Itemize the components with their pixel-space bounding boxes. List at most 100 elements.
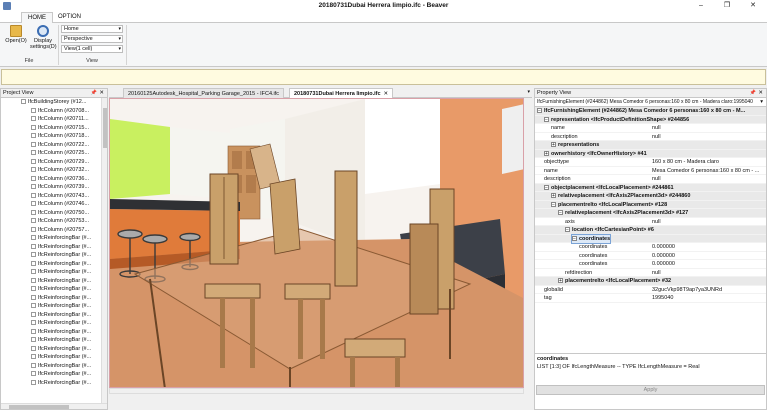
tree-item[interactable]: IfcColumn (#20746... xyxy=(1,200,107,209)
description-text: LIST [1:3] OF IfcLengthMeasure -- TYPE I… xyxy=(537,364,700,370)
property-row[interactable]: − location <IfcCartesianPoint> #6 xyxy=(535,226,766,235)
property-row[interactable]: globalid 32gucVkp98T9ap7ya3UNRd xyxy=(535,286,766,294)
property-row[interactable]: − objectplacement <IfcLocalPlacement> #24… xyxy=(535,183,766,192)
3d-scene[interactable] xyxy=(110,99,524,388)
property-row[interactable]: − IfcFurnishingElement (#244862) Mesa Com… xyxy=(535,107,766,116)
tree-item[interactable]: IfcReinforcingBar (#... xyxy=(1,328,107,337)
tree-item[interactable]: IfcColumn (#20753... xyxy=(1,217,107,226)
tree-item[interactable]: IfcColumn (#20711... xyxy=(1,115,107,124)
expand-icon[interactable]: + xyxy=(551,142,556,148)
display-settings-button[interactable]: Display settings(D) xyxy=(30,25,57,55)
tree-item[interactable]: IfcColumn (#20743... xyxy=(1,192,107,201)
collapse-icon[interactable]: − xyxy=(544,184,549,190)
property-row[interactable]: coordinates 0.000000 xyxy=(535,252,766,260)
collapse-icon[interactable]: − xyxy=(544,116,549,122)
close-icon[interactable]: ✕ xyxy=(740,0,766,12)
tree-item[interactable]: IfcReinforcingBar (#... xyxy=(1,234,107,243)
collapse-icon[interactable]: − xyxy=(572,235,577,241)
property-row[interactable]: + placementrelto <IfcLocalPlacement> #32 xyxy=(535,277,766,286)
minimize-icon[interactable]: – xyxy=(688,0,714,12)
tree-item[interactable]: IfcReinforcingBar (#... xyxy=(1,294,107,303)
close-icon[interactable]: ✕ xyxy=(758,89,763,97)
apply-button[interactable]: Apply xyxy=(536,385,765,395)
expand-icon[interactable]: + xyxy=(544,150,549,156)
collapse-icon[interactable]: − xyxy=(558,210,563,216)
pin-icon[interactable]: 📌 xyxy=(750,89,756,97)
viewport-horizontal-scrollbar[interactable] xyxy=(109,388,524,394)
property-row[interactable]: − relativeplacement <IfcAxis2Placement3d>… xyxy=(535,209,766,218)
tree-item[interactable]: IfcReinforcingBar (#... xyxy=(1,285,107,294)
tab-home[interactable]: HOME xyxy=(21,12,53,23)
property-row[interactable]: coordinates 0.000000 xyxy=(535,260,766,269)
tree-item[interactable]: IfcReinforcingBar (#... xyxy=(1,311,107,320)
property-row[interactable]: description null xyxy=(535,133,766,141)
close-icon[interactable]: ✕ xyxy=(99,89,104,97)
scroll-thumb[interactable] xyxy=(9,405,69,409)
maximize-icon[interactable]: ❐ xyxy=(714,0,740,12)
property-selector[interactable]: IfcFurnishingElement (#244862) Mesa Come… xyxy=(535,98,766,107)
close-icon[interactable]: ✕ xyxy=(384,91,389,97)
tree-item[interactable]: IfcColumn (#20729... xyxy=(1,158,107,167)
tree-item[interactable]: IfcColumn (#20750... xyxy=(1,209,107,218)
scroll-thumb[interactable] xyxy=(103,108,107,148)
property-row[interactable]: + ownerhistory <IfcOwnerHistory> #41 xyxy=(535,149,766,158)
tab-document-hospital[interactable]: 20160125Autodesk_Hospital_Parking Garage… xyxy=(123,88,285,98)
element-icon xyxy=(31,277,36,283)
tree-item[interactable]: IfcColumn (#20722... xyxy=(1,141,107,150)
tree-item[interactable]: IfcColumn (#20708... xyxy=(1,107,107,116)
home-combo[interactable]: Home ▾ xyxy=(61,25,123,33)
property-row[interactable]: + representations xyxy=(535,141,766,150)
property-row[interactable]: objecttype 160 x 80 cm - Madera claro xyxy=(535,158,766,167)
collapse-icon[interactable]: − xyxy=(565,227,570,233)
tree-item[interactable]: IfcColumn (#20736... xyxy=(1,175,107,184)
property-row[interactable]: description null xyxy=(535,175,766,184)
tree-item[interactable]: IfcReinforcingBar (#... xyxy=(1,379,107,388)
expand-icon[interactable]: + xyxy=(558,278,563,284)
expand-icon[interactable]: + xyxy=(551,193,556,199)
collapse-icon[interactable]: − xyxy=(537,108,542,114)
property-row[interactable]: axis null xyxy=(535,218,766,226)
project-tree[interactable]: IfcBuildingStorey (#12... IfcColumn (#207… xyxy=(1,98,107,393)
tree-vertical-scrollbar[interactable] xyxy=(101,98,107,404)
property-row[interactable]: − coordinates xyxy=(535,233,766,244)
tree-item[interactable]: IfcReinforcingBar (#... xyxy=(1,268,107,277)
tree-item[interactable]: IfcReinforcingBar (#... xyxy=(1,370,107,379)
property-row[interactable]: − representation <IfcProductDefinitionSha… xyxy=(535,115,766,124)
property-row[interactable]: tag 1995040 xyxy=(535,294,766,303)
tree-item[interactable]: IfcReinforcingBar (#... xyxy=(1,251,107,260)
property-row[interactable]: name null xyxy=(535,124,766,133)
property-row[interactable]: coordinates 0.000000 xyxy=(535,243,766,252)
property-row[interactable]: − placementrelto <IfcLocalPlacement> #128 xyxy=(535,200,766,209)
open-button[interactable]: Open(O) xyxy=(3,25,29,55)
tree-item[interactable]: IfcReinforcingBar (#... xyxy=(1,302,107,311)
tree-item[interactable]: IfcReinforcingBar (#... xyxy=(1,277,107,286)
chevron-down-icon[interactable]: ▾ xyxy=(527,89,530,95)
tree-item[interactable]: IfcReinforcingBar (#... xyxy=(1,353,107,362)
tree-item[interactable]: IfcColumn (#20718... xyxy=(1,132,107,141)
projection-combo[interactable]: Perspective ▾ xyxy=(61,35,123,43)
tree-item[interactable]: IfcColumn (#20732... xyxy=(1,166,107,175)
tree-item[interactable]: IfcColumn (#20715... xyxy=(1,124,107,133)
command-input-bar[interactable] xyxy=(1,69,766,85)
tree-item[interactable]: IfcReinforcingBar (#... xyxy=(1,260,107,269)
tree-item[interactable]: IfcColumn (#20739... xyxy=(1,183,107,192)
tree-item[interactable]: IfcBuildingStorey (#12... xyxy=(1,98,107,107)
3d-viewport[interactable] xyxy=(109,98,524,388)
tree-item[interactable]: IfcReinforcingBar (#... xyxy=(1,336,107,345)
tree-item[interactable]: IfcReinforcingBar (#... xyxy=(1,362,107,371)
tab-document-dubai[interactable]: 20180731Dubai Herrera limpio.ifc ✕ xyxy=(289,88,394,98)
pin-icon[interactable]: 📌 xyxy=(91,89,97,97)
tree-item[interactable]: IfcReinforcingBar (#... xyxy=(1,345,107,354)
tab-option[interactable]: OPTION xyxy=(52,12,87,23)
property-grid[interactable]: − IfcFurnishingElement (#244862) Mesa Com… xyxy=(535,107,766,357)
property-row[interactable]: + relativeplacement <IfcAxis2Placement3d>… xyxy=(535,192,766,201)
view-cell-combo[interactable]: View(1 cell) ▾ xyxy=(61,45,123,53)
property-row[interactable]: refdirection null xyxy=(535,269,766,277)
tree-item[interactable]: IfcReinforcingBar (#... xyxy=(1,319,107,328)
tree-item[interactable]: IfcColumn (#20725... xyxy=(1,149,107,158)
collapse-icon[interactable]: − xyxy=(551,201,556,207)
tree-horizontal-scrollbar[interactable] xyxy=(1,403,107,409)
tree-item[interactable]: IfcReinforcingBar (#... xyxy=(1,243,107,252)
property-row[interactable]: name Mesa Comedor 6 personas:160 x 80 cm … xyxy=(535,167,766,175)
tree-item[interactable]: IfcColumn (#20757... xyxy=(1,226,107,235)
